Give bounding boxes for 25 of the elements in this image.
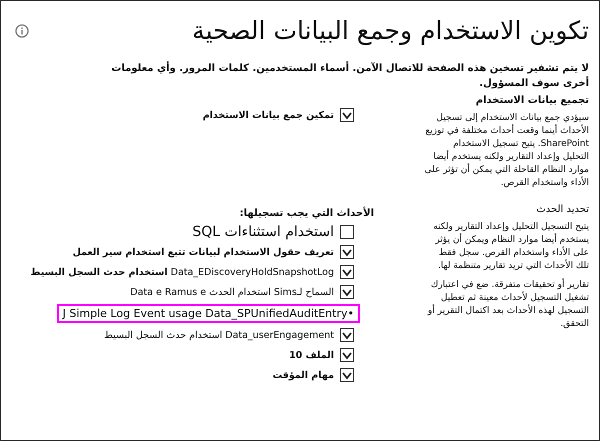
event-label: استخدام استثناءات SQL (192, 224, 334, 240)
section-title: تجميع بيانات الاستخدام (474, 95, 589, 106)
section-description: سيؤدي جمع بيانات الاستخدام إلى تسجيل الأحداث أينما وقعت أحداث مختلفة في توزيع SharePoint. يتيح تسجيل الاستخدام التحليل وإعداد التقارير ولكنه يستخدم أيضا موارد النظام القاحلة التي يمكن أن تؤثر على الأداء واستخدام القرص. (424, 112, 589, 190)
events-heading: الأحداث التي يجب تسجيلها: (240, 208, 374, 219)
event-label: تعريف حقول الاستخدام لبيانات تتبع استخدام سير العمل (72, 246, 334, 258)
event-label: Data_userEngagement استخدام حدث السجل البسيط (104, 330, 334, 340)
section-title: تحديد الحدث (535, 204, 589, 215)
event-label: مهام المؤقت (272, 370, 334, 380)
checkbox[interactable] (340, 265, 354, 279)
checkbox[interactable] (340, 328, 354, 342)
section-description: تقارير أو تحقيقات متفرقة. ضع في اعتبارك تشغيل التسجيل لأحداث معينة ثم تعطيل التسجيل لهذه الأحداث بعد اكتمال التقرير أو التحقق. (426, 279, 589, 331)
page-title: تكوين الاستخدام وجمع البيانات الصحية (192, 15, 589, 48)
event-label: السماح لـSims استخدام الحدث Data e Ramus e (130, 286, 334, 298)
event-label: الملف 10 (289, 350, 334, 360)
highlighted-event-label: J Simple Log Event usage Data_SPUnifiedAuditEntry• (56, 304, 360, 323)
checkbox[interactable] (340, 245, 354, 259)
checkbox[interactable] (340, 225, 354, 239)
event-label: تمكين جمع بيانات الاستخدام (202, 110, 334, 120)
checkbox[interactable] (340, 108, 354, 122)
checkbox[interactable] (340, 368, 354, 382)
checkbox[interactable] (340, 285, 354, 299)
checkbox[interactable] (340, 348, 354, 362)
info-icon[interactable] (15, 24, 29, 38)
security-warning: لا يتم تشفير تسخين هذه الصفحة للاتصال الآمن. أسماء المستخدمين. كلمات المرور. وأي معلومات أخرى سوف المسؤول. (110, 61, 589, 91)
section-description: يتيح التسجيل التحليل وإعداد التقارير ولكنه يستخدم أيضا موارد النظام ويمكن أن يؤثر على الأداء واستخدام القرص. سجل فقط تلك الأحداث التي تريد تقارير متنظمة لها. (432, 221, 589, 273)
